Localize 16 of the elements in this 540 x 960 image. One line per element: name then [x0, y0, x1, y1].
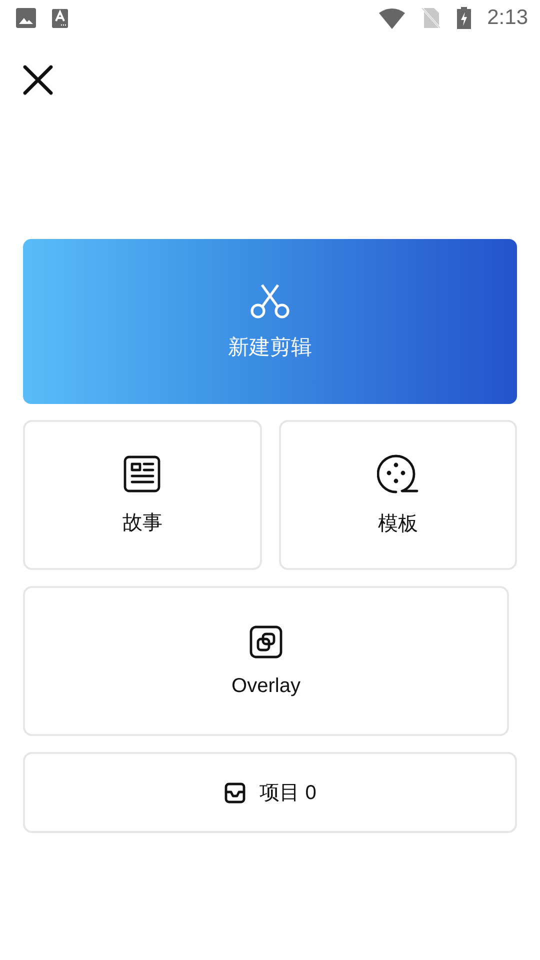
image-icon: [16, 8, 36, 28]
scissors-icon: [250, 282, 290, 318]
menu-tile[interactable]: 故事: [23, 420, 262, 570]
wifi-icon: [379, 8, 406, 28]
film-reel-icon: [376, 454, 419, 494]
projects-button[interactable]: 项目 0: [23, 752, 517, 833]
clock-time: 2:13: [487, 6, 528, 30]
inbox-icon: [224, 782, 246, 804]
overlay-tile[interactable]: Overlay: [23, 586, 509, 736]
new-edit-button[interactable]: 新建剪辑: [23, 239, 517, 404]
font-icon: [52, 8, 68, 28]
menu-tile[interactable]: 模板: [278, 420, 517, 570]
newspaper-icon: [123, 454, 162, 492]
battery-charging-icon: [457, 7, 472, 29]
overlay-icon: [249, 624, 283, 658]
no-sim-icon: [421, 7, 442, 29]
